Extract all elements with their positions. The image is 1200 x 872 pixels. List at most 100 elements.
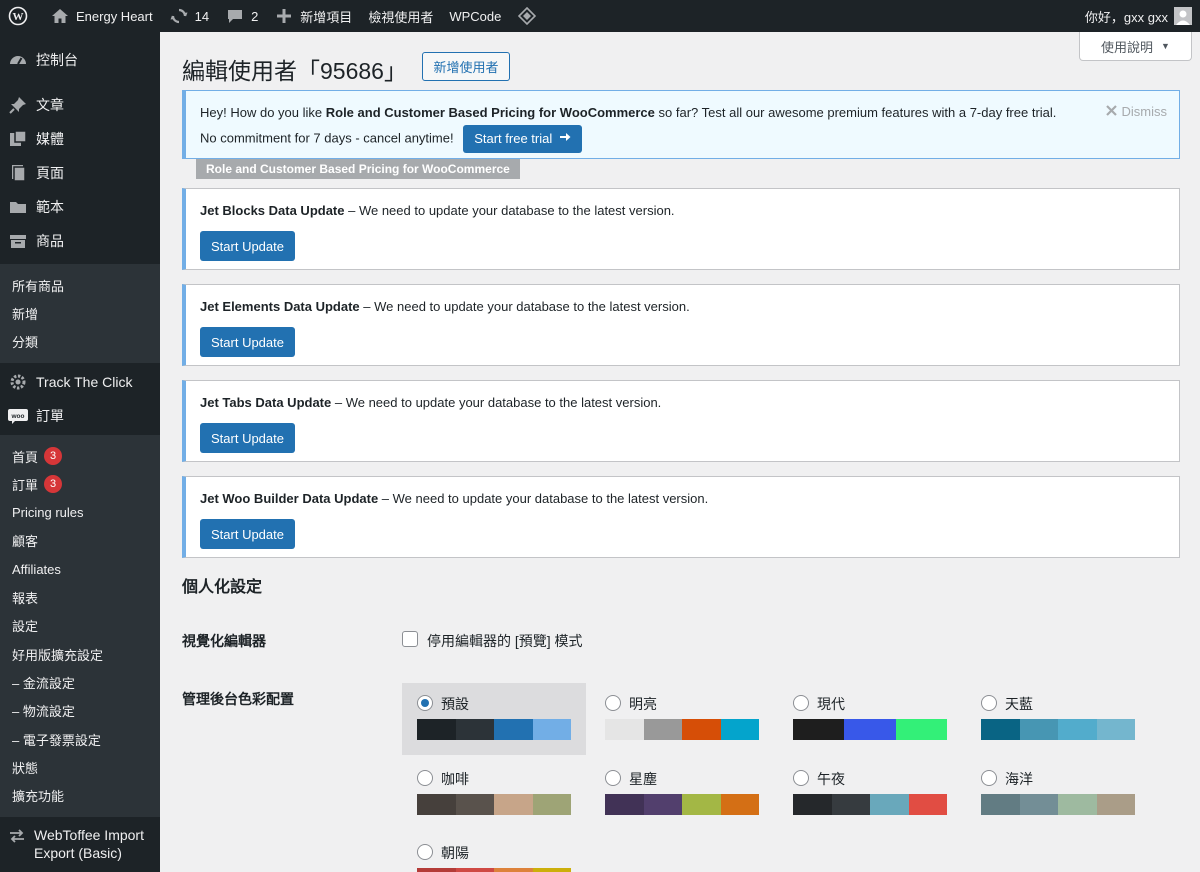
color-swatch	[417, 794, 456, 815]
updates-icon	[169, 6, 189, 26]
gear-icon	[8, 372, 28, 392]
media-icon	[8, 129, 28, 149]
home-icon	[50, 6, 70, 26]
svg-text:W: W	[13, 11, 24, 23]
color-scheme-option[interactable]: 咖啡	[402, 758, 586, 830]
color-swatch	[643, 719, 682, 740]
help-tab-button[interactable]: 使用說明 ▼	[1079, 32, 1192, 61]
submenu-shipping-settings[interactable]: – 物流設定	[0, 697, 160, 725]
color-scheme-name: 午夜	[817, 771, 845, 787]
start-update-button[interactable]: Start Update	[200, 327, 295, 357]
color-scheme-option[interactable]: 明亮	[590, 683, 774, 755]
color-scheme-radio[interactable]	[417, 770, 433, 786]
submenu-invoice-settings[interactable]: – 電子發票設定	[0, 725, 160, 753]
color-swatch	[895, 719, 947, 740]
color-scheme-radio[interactable]	[981, 695, 997, 711]
menu-webtoffee[interactable]: WebToffee Import Export (Basic)	[0, 817, 160, 867]
comments-link[interactable]: 2	[217, 0, 266, 32]
submenu-extension-settings[interactable]: 好用版擴充設定	[0, 640, 160, 668]
submenu-status[interactable]: 狀態	[0, 753, 160, 781]
start-update-button[interactable]: Start Update	[200, 519, 295, 549]
submenu-affiliates[interactable]: Affiliates	[0, 555, 160, 583]
disable-visual-editor-label[interactable]: 停用編輯器的 [預覽] 模式	[427, 631, 583, 651]
menu-track-the-click[interactable]: Track The Click	[0, 365, 160, 399]
color-scheme-radio[interactable]	[605, 770, 621, 786]
pin-icon	[8, 95, 28, 115]
submenu-payment-settings[interactable]: – 金流設定	[0, 668, 160, 696]
my-account-link[interactable]: 你好，gxx gxx	[1077, 0, 1200, 32]
color-swatch	[1019, 719, 1058, 740]
comments-count: 2	[251, 8, 259, 24]
submenu-woo-orders[interactable]: 訂單 3	[0, 470, 160, 498]
color-swatch	[981, 794, 1020, 815]
start-free-trial-button[interactable]: Start free trial	[463, 125, 583, 153]
color-swatch	[532, 719, 571, 740]
color-scheme-option[interactable]: 午夜	[778, 758, 962, 830]
color-swatches	[981, 719, 1135, 740]
disable-visual-editor-checkbox[interactable]	[402, 631, 418, 647]
dismiss-button[interactable]: Dismiss	[1105, 100, 1167, 124]
submenu-reports[interactable]: 報表	[0, 583, 160, 611]
woo-icon: woo	[8, 406, 28, 426]
color-swatch	[870, 794, 909, 815]
wordpress-logo-button[interactable]: W	[0, 0, 42, 32]
notice-title: Jet Woo Builder Data Update	[200, 491, 379, 506]
start-update-button[interactable]: Start Update	[200, 423, 295, 453]
color-scheme-option[interactable]: 預設	[402, 683, 586, 755]
color-scheme-radio[interactable]	[981, 770, 997, 786]
color-swatch	[682, 794, 721, 815]
menu-templates[interactable]: 範本	[0, 190, 160, 224]
color-scheme-name: 咖啡	[441, 771, 469, 787]
menu-media[interactable]: 媒體	[0, 122, 160, 156]
updates-count: 14	[194, 8, 210, 24]
view-user-link[interactable]: 檢視使用者	[360, 0, 441, 32]
page-title: 編輯使用者「95686」	[182, 58, 407, 84]
submenu-settings[interactable]: 設定	[0, 612, 160, 640]
submenu-woo-home[interactable]: 首頁 3	[0, 442, 160, 470]
color-swatch	[793, 794, 832, 815]
color-swatch	[908, 794, 947, 815]
menu-orders-label: 訂單	[36, 407, 64, 424]
color-scheme-option[interactable]: 海洋	[966, 758, 1150, 830]
color-scheme-radio[interactable]	[793, 770, 809, 786]
color-swatch	[417, 719, 456, 740]
submenu-all-products[interactable]: 所有商品	[0, 271, 160, 299]
notification-badge: 3	[44, 475, 63, 494]
color-scheme-option[interactable]: 星塵	[590, 758, 774, 830]
color-scheme-radio[interactable]	[793, 695, 809, 711]
close-icon	[1105, 100, 1117, 124]
color-scheme-option[interactable]: 朝陽	[402, 832, 586, 872]
menu-posts[interactable]: 文章	[0, 88, 160, 122]
add-new-user-button[interactable]: 新增使用者	[422, 52, 510, 81]
wpcode-link[interactable]: WPCode	[441, 0, 509, 32]
color-scheme-option[interactable]: 現代	[778, 683, 962, 755]
svg-text:woo: woo	[11, 413, 25, 420]
submenu-add-product[interactable]: 新增	[0, 299, 160, 327]
section-title: 個人化設定	[182, 579, 263, 596]
plugin-diamond-link[interactable]	[509, 0, 551, 32]
color-scheme-option[interactable]: 天藍	[966, 683, 1150, 755]
color-swatches	[417, 719, 571, 740]
submenu-extensions[interactable]: 擴充功能	[0, 781, 160, 809]
start-update-button[interactable]: Start Update	[200, 231, 295, 261]
new-content-link[interactable]: 新增項目	[266, 0, 360, 32]
color-scheme-radio[interactable]	[417, 695, 433, 711]
color-swatch	[1019, 794, 1058, 815]
archive-icon	[8, 231, 28, 251]
menu-pages[interactable]: 頁面	[0, 156, 160, 190]
submenu-categories[interactable]: 分類	[0, 328, 160, 356]
submenu-customers[interactable]: 顧客	[0, 527, 160, 555]
submenu-pricing-rules[interactable]: Pricing rules	[0, 498, 160, 526]
site-name: Energy Heart	[76, 8, 153, 24]
color-swatches	[605, 794, 759, 815]
color-scheme-radio[interactable]	[605, 695, 621, 711]
menu-track-the-click-label: Track The Click	[36, 373, 133, 390]
menu-dashboard[interactable]: 控制台	[0, 43, 160, 77]
site-name-link[interactable]: Energy Heart	[42, 0, 161, 32]
admin-sidebar: 控制台 文章 媒體 頁面 範本 商品 所有商品 新增 分類 Track The …	[0, 32, 160, 872]
menu-products[interactable]: 商品	[0, 224, 160, 258]
menu-woocommerce-orders[interactable]: woo 訂單	[0, 399, 160, 433]
color-scheme-radio[interactable]	[417, 844, 433, 860]
updates-link[interactable]: 14	[161, 0, 217, 32]
notification-badge: 3	[44, 447, 63, 466]
